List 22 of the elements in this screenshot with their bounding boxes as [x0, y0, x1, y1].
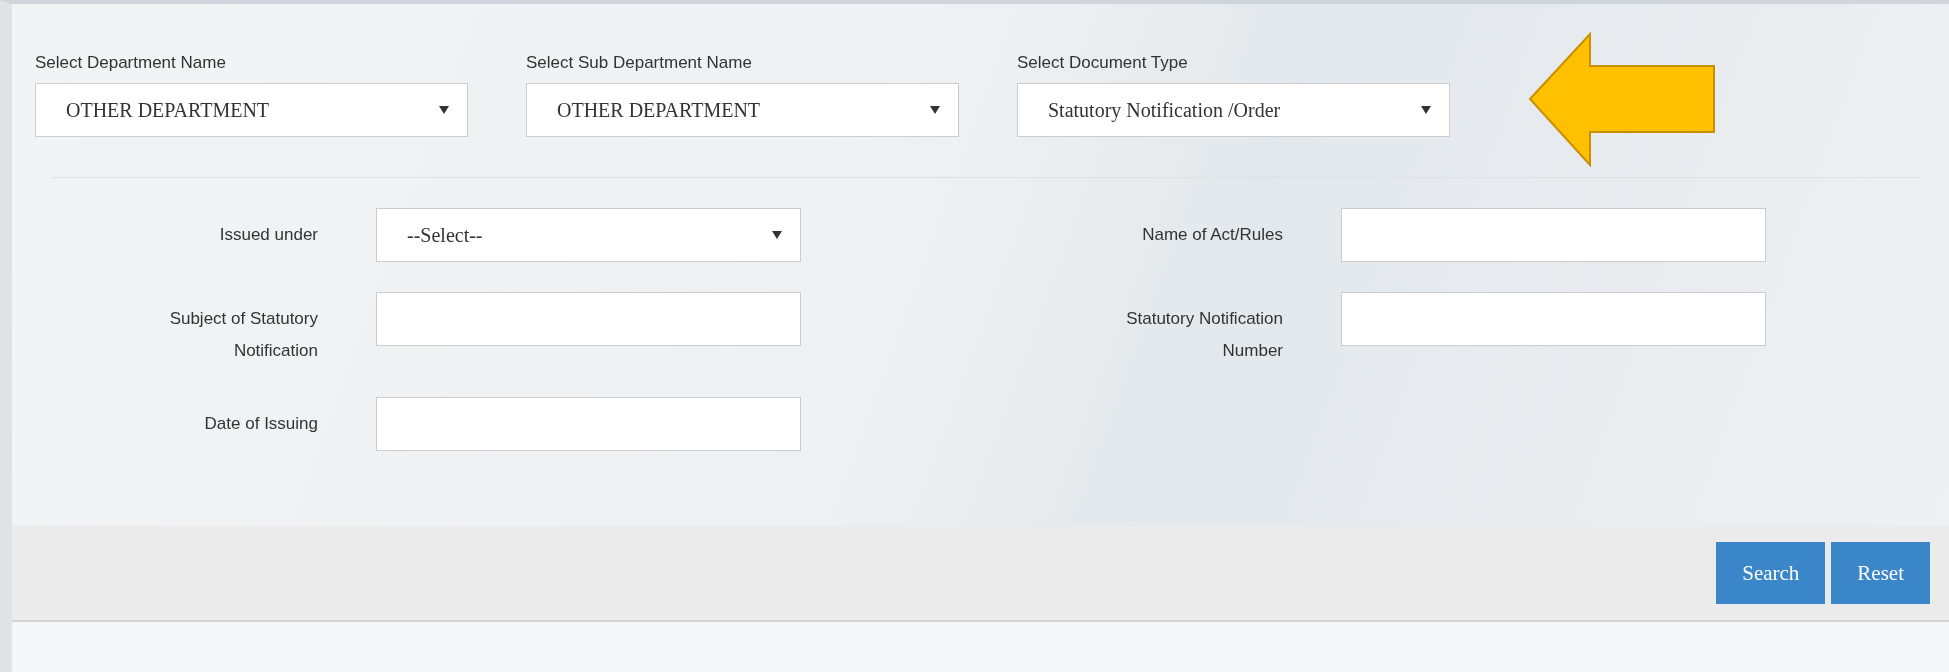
action-button[interactable]: Reset — [1831, 542, 1930, 604]
dropdown[interactable]: OTHER DEPARTMENT — [35, 83, 468, 137]
field-label: Select Document Type — [1017, 53, 1189, 73]
dropdown[interactable]: Statutory Notification /Order — [1017, 83, 1450, 137]
field-label: Select Department Name — [35, 53, 227, 73]
field-label: Issued under — [219, 224, 318, 246]
input-field[interactable] — [376, 292, 801, 346]
caret-icon — [1421, 106, 1431, 114]
field-label: Subject of Statutory Notification — [168, 308, 318, 362]
dropdown[interactable]: OTHER DEPARTMENT — [526, 83, 959, 137]
caret-icon — [439, 106, 449, 114]
field-label: Statutory Notification Number — [1125, 308, 1283, 362]
dropdown[interactable]: --Select-- — [376, 208, 801, 262]
caret-icon — [772, 231, 782, 239]
field-label: Select Sub Department Name — [526, 53, 753, 73]
action-button[interactable]: Search — [1716, 542, 1826, 604]
caret-icon — [930, 106, 940, 114]
input-field[interactable] — [376, 397, 801, 451]
field-label: Date of Issuing — [204, 413, 318, 435]
input-field[interactable] — [1341, 208, 1766, 262]
field-label: Name of Act/Rules — [1142, 224, 1283, 246]
input-field[interactable] — [1341, 292, 1766, 346]
